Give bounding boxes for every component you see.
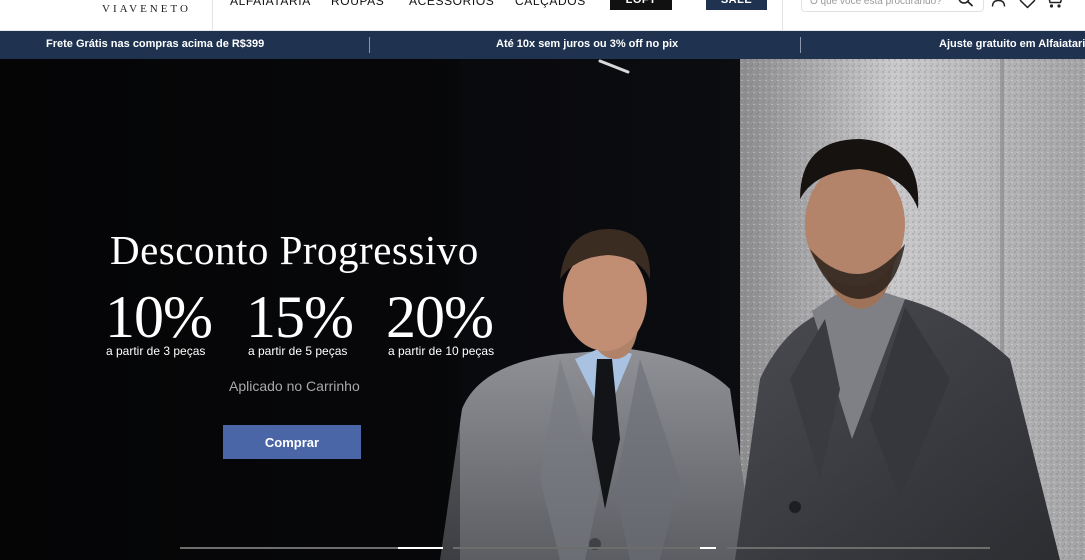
promo-free-shipping[interactable]: Frete Grátis nas compras acima de R$399: [46, 38, 264, 50]
discount-10-caption: a partir de 3 peças: [106, 344, 206, 358]
buy-button[interactable]: Comprar: [223, 425, 361, 459]
slide-indicator-2[interactable]: [453, 547, 716, 549]
search-icon[interactable]: [958, 0, 974, 8]
promo-bar: Frete Grátis nas compras acima de R$399 …: [0, 31, 1085, 59]
brand-logo[interactable]: VIAVENETO: [102, 3, 191, 15]
nav-alfaiataria[interactable]: ALFAIATARIA: [230, 0, 311, 8]
discount-10-percent: 10%: [105, 284, 213, 350]
search-box: [801, 0, 984, 12]
applied-in-cart-note: Aplicado no Carrinho: [229, 378, 360, 394]
header-divider: [212, 0, 213, 30]
promo-separator: [369, 37, 370, 53]
promo-separator: [800, 37, 801, 53]
cart-icon[interactable]: [1045, 0, 1064, 9]
promo-installments[interactable]: Até 10x sem juros ou 3% off no pix: [496, 38, 678, 50]
promo-free-adjustment[interactable]: Ajuste gratuito em Alfaiataria: [939, 38, 1085, 50]
hero-banner[interactable]: Desconto Progressivo 10% a partir de 3 p…: [0, 59, 1085, 560]
slide-indicator-2-progress: [700, 547, 716, 549]
discount-15-caption: a partir de 5 peças: [248, 344, 348, 358]
discount-20-caption: a partir de 10 peças: [388, 344, 495, 358]
user-icon[interactable]: [991, 0, 1006, 8]
slide-indicator-1-progress: [398, 547, 443, 549]
search-input[interactable]: [810, 0, 950, 11]
heart-icon[interactable]: [1019, 0, 1036, 9]
nav-acessorios[interactable]: ACESSÓRIOS: [409, 0, 494, 8]
hero-title: Desconto Progressivo: [110, 227, 479, 273]
nav-sale-button[interactable]: SALE: [706, 0, 767, 10]
site-header: VIAVENETO ALFAIATARIA ROUPAS ACESSÓRIOS …: [0, 0, 1085, 31]
nav-roupas[interactable]: ROUPAS: [331, 0, 384, 8]
discount-20-percent: 20%: [386, 284, 494, 350]
nav-loft-button[interactable]: LOFT: [610, 0, 672, 10]
nav-calcados[interactable]: CALÇADOS: [515, 0, 586, 8]
slide-indicator-3[interactable]: [727, 547, 990, 549]
header-divider-right: [782, 0, 783, 30]
discount-15-percent: 15%: [246, 284, 354, 350]
